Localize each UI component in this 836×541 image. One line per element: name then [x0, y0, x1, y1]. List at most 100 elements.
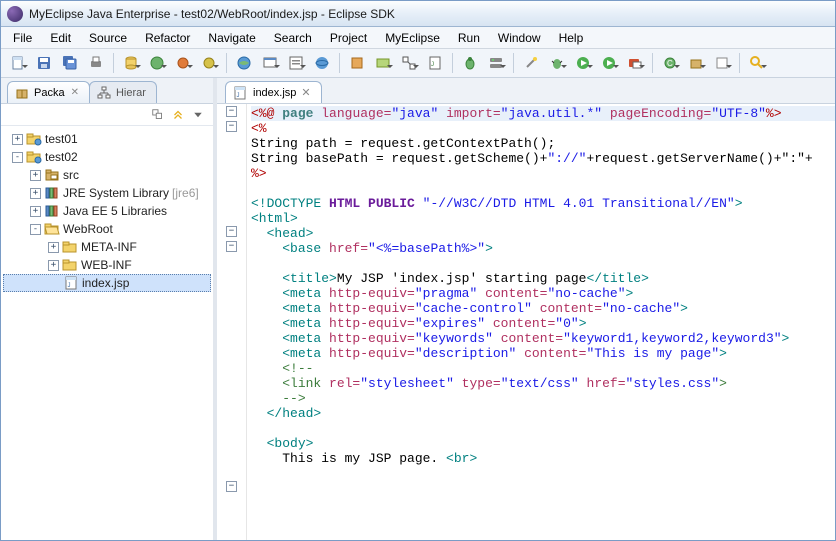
fold-marker[interactable]: − [226, 481, 237, 492]
code-line[interactable]: <meta http-equiv="pragma" content="no-ca… [251, 286, 835, 301]
expand-icon[interactable]: + [30, 206, 41, 217]
code-line[interactable]: %> [251, 166, 835, 181]
bug-button[interactable] [459, 52, 481, 74]
close-icon[interactable]: ✕ [71, 87, 79, 98]
menu-myeclipse[interactable]: MyEclipse [377, 29, 448, 47]
menu-window[interactable]: Window [490, 29, 549, 47]
editor-tab-indexjsp[interactable]: J index.jsp ✕ [225, 81, 322, 103]
menu-edit[interactable]: Edit [42, 29, 79, 47]
external-button[interactable] [624, 52, 646, 74]
view-menu-button[interactable] [189, 106, 207, 124]
tree-item-webroot[interactable]: - WebRoot [3, 220, 211, 238]
server-button[interactable] [485, 52, 507, 74]
tab-package-explorer[interactable]: Packa ✕ [7, 81, 90, 103]
framework-button[interactable] [372, 52, 394, 74]
toolbar-separator [652, 53, 653, 73]
save-all-button[interactable] [59, 52, 81, 74]
menu-navigate[interactable]: Navigate [200, 29, 263, 47]
menu-refactor[interactable]: Refactor [137, 29, 198, 47]
code-line[interactable]: <head> [251, 226, 835, 241]
package-tree[interactable]: +test01-test02+src+JRE System Library [j… [1, 126, 213, 540]
tab-hierarchy[interactable]: Hierar [89, 81, 157, 103]
run-button[interactable] [572, 52, 594, 74]
code-line[interactable]: <base href="<%=basePath%>"> [251, 241, 835, 256]
code-line[interactable]: </head> [251, 406, 835, 421]
code-editor[interactable]: <%@ page language="java" import="java.ut… [247, 104, 835, 540]
svg-text:J: J [237, 93, 240, 99]
db-button[interactable] [120, 52, 142, 74]
collapse-all-button[interactable] [149, 106, 167, 124]
tree-item-test01[interactable]: +test01 [3, 130, 211, 148]
fold-marker[interactable]: − [226, 226, 237, 237]
menu-help[interactable]: Help [551, 29, 592, 47]
applet-button[interactable] [259, 52, 281, 74]
tree-label: WebRoot [63, 222, 113, 236]
tree-item-meta-inf[interactable]: +META-INF [3, 238, 211, 256]
menu-project[interactable]: Project [322, 29, 375, 47]
ejb-button[interactable] [172, 52, 194, 74]
menu-search[interactable]: Search [266, 29, 320, 47]
code-line[interactable]: String basePath = request.getScheme()+":… [251, 151, 835, 166]
new-button[interactable] [7, 52, 29, 74]
run-last-button[interactable] [598, 52, 620, 74]
expand-icon[interactable]: + [48, 260, 59, 271]
fold-gutter[interactable]: − − − − − [217, 104, 247, 540]
new-package-button[interactable] [685, 52, 707, 74]
tree-item-jre-system-library[interactable]: +JRE System Library [jre6] [3, 184, 211, 202]
earth-button[interactable] [311, 52, 333, 74]
deploy-button[interactable] [198, 52, 220, 74]
open-type-button[interactable] [711, 52, 733, 74]
new-class-button[interactable]: C [659, 52, 681, 74]
world-button[interactable] [233, 52, 255, 74]
expand-icon[interactable]: + [12, 134, 23, 145]
web-project-button[interactable] [146, 52, 168, 74]
code-line[interactable]: <html> [251, 211, 835, 226]
code-line[interactable] [251, 421, 835, 436]
menu-run[interactable]: Run [450, 29, 488, 47]
collapse-icon[interactable]: - [30, 224, 41, 235]
code-line[interactable]: <meta http-equiv="keywords" content="key… [251, 331, 835, 346]
code-line[interactable]: <link rel="stylesheet" type="text/css" h… [251, 376, 835, 391]
wand-button[interactable] [520, 52, 542, 74]
code-line[interactable]: <!DOCTYPE HTML PUBLIC "-//W3C//DTD HTML … [251, 196, 835, 211]
search-button[interactable] [746, 52, 768, 74]
code-line[interactable]: <%@ page language="java" import="java.ut… [251, 106, 835, 121]
fold-marker[interactable]: − [226, 121, 237, 132]
editor-tabs: J index.jsp ✕ [217, 78, 835, 104]
code-line[interactable]: <meta http-equiv="expires" content="0"> [251, 316, 835, 331]
code-line[interactable]: <meta http-equiv="cache-control" content… [251, 301, 835, 316]
code-line[interactable]: String path = request.getContextPath(); [251, 136, 835, 151]
code-line[interactable]: <% [251, 121, 835, 136]
fold-marker[interactable]: − [226, 106, 237, 117]
close-icon[interactable]: ✕ [301, 86, 310, 99]
expand-icon[interactable]: + [48, 242, 59, 253]
expand-icon[interactable]: + [30, 170, 41, 181]
print-button[interactable] [85, 52, 107, 74]
tree-item-test02[interactable]: -test02 [3, 148, 211, 166]
tree-item-src[interactable]: +src [3, 166, 211, 184]
menu-file[interactable]: File [5, 29, 40, 47]
uml-button[interactable] [398, 52, 420, 74]
code-line[interactable]: This is my JSP page. <br> [251, 451, 835, 466]
code-line[interactable]: <body> [251, 436, 835, 451]
form-button[interactable] [285, 52, 307, 74]
expand-icon[interactable]: + [30, 188, 41, 199]
code-line[interactable]: --> [251, 391, 835, 406]
tree-item-web-inf[interactable]: +WEB-INF [3, 256, 211, 274]
debug-button[interactable] [546, 52, 568, 74]
save-button[interactable] [33, 52, 55, 74]
src-icon [44, 167, 60, 183]
tree-item-index-jsp[interactable]: Jindex.jsp [3, 274, 211, 292]
struts-button[interactable] [346, 52, 368, 74]
code-line[interactable]: <meta http-equiv="description" content="… [251, 346, 835, 361]
code-line[interactable]: <title>My JSP 'index.jsp' starting page<… [251, 271, 835, 286]
code-line[interactable]: <!-- [251, 361, 835, 376]
code-line[interactable] [251, 181, 835, 196]
link-editor-button[interactable] [169, 106, 187, 124]
menu-source[interactable]: Source [81, 29, 135, 47]
collapse-icon[interactable]: - [12, 152, 23, 163]
code-line[interactable] [251, 256, 835, 271]
tree-item-java-ee-5-libraries[interactable]: +Java EE 5 Libraries [3, 202, 211, 220]
fold-marker[interactable]: − [226, 241, 237, 252]
jsp-button[interactable]: J [424, 52, 446, 74]
